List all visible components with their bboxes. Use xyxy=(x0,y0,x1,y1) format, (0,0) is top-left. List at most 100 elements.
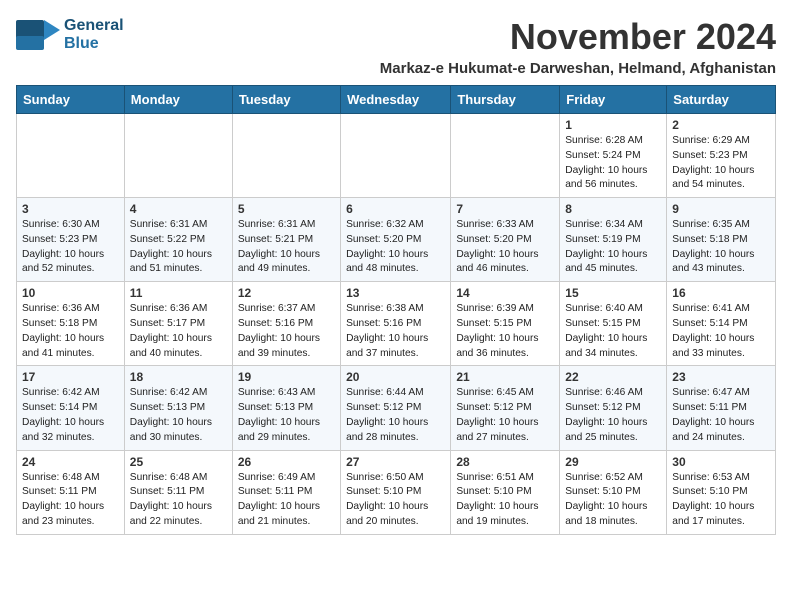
day-info: Sunrise: 6:32 AM Sunset: 5:20 PM Dayligh… xyxy=(346,218,445,277)
calendar-week-row: 10 Sunrise: 6:36 AM Sunset: 5:18 PM Dayli… xyxy=(17,282,776,366)
logo-line2: Blue xyxy=(64,35,124,53)
day-number: 27 xyxy=(346,455,445,469)
calendar-day-cell xyxy=(17,114,125,198)
day-info: Sunrise: 6:36 AM Sunset: 5:17 PM Dayligh… xyxy=(130,302,227,361)
day-number: 7 xyxy=(456,202,554,216)
logo-line1: General xyxy=(64,17,124,35)
day-info: Sunrise: 6:31 AM Sunset: 5:21 PM Dayligh… xyxy=(238,218,335,277)
day-info: Sunrise: 6:40 AM Sunset: 5:15 PM Dayligh… xyxy=(565,302,661,361)
day-info: Sunrise: 6:48 AM Sunset: 5:11 PM Dayligh… xyxy=(130,471,227,530)
calendar-day-cell: 30 Sunrise: 6:53 AM Sunset: 5:10 PM Dayli… xyxy=(667,450,776,534)
day-number: 6 xyxy=(346,202,445,216)
day-info: Sunrise: 6:28 AM Sunset: 5:24 PM Dayligh… xyxy=(565,134,661,193)
calendar-day-cell: 18Sunrise: 6:42 AM Sunset: 5:13 PM Dayli… xyxy=(124,366,232,450)
calendar-day-cell: 5 Sunrise: 6:31 AM Sunset: 5:21 PM Daylig… xyxy=(232,198,340,282)
weekday-header: Friday xyxy=(560,86,667,114)
calendar-day-cell: 22Sunrise: 6:46 AM Sunset: 5:12 PM Dayli… xyxy=(560,366,667,450)
calendar-week-row: 17Sunrise: 6:42 AM Sunset: 5:14 PM Dayli… xyxy=(17,366,776,450)
day-info: Sunrise: 6:41 AM Sunset: 5:14 PM Dayligh… xyxy=(672,302,770,361)
location-subtitle: Markaz-e Hukumat-e Darweshan, Helmand, A… xyxy=(380,60,776,77)
weekday-header: Wednesday xyxy=(341,86,451,114)
month-title: November 2024 xyxy=(380,16,776,58)
title-block: November 2024 Markaz-e Hukumat-e Darwesh… xyxy=(380,16,776,77)
logo: General Blue xyxy=(16,16,124,54)
day-number: 5 xyxy=(238,202,335,216)
day-info: Sunrise: 6:36 AM Sunset: 5:18 PM Dayligh… xyxy=(22,302,119,361)
weekday-header: Sunday xyxy=(17,86,125,114)
day-number: 21 xyxy=(456,370,554,384)
calendar-table: SundayMondayTuesdayWednesdayThursdayFrid… xyxy=(16,85,776,535)
calendar-day-cell xyxy=(451,114,560,198)
calendar-day-cell: 20 Sunrise: 6:44 AM Sunset: 5:12 PM Dayli… xyxy=(341,366,451,450)
calendar-day-cell: 6 Sunrise: 6:32 AM Sunset: 5:20 PM Daylig… xyxy=(341,198,451,282)
calendar-day-cell: 10 Sunrise: 6:36 AM Sunset: 5:18 PM Dayli… xyxy=(17,282,125,366)
day-number: 12 xyxy=(238,286,335,300)
day-number: 4 xyxy=(130,202,227,216)
day-info: Sunrise: 6:43 AM Sunset: 5:13 PM Dayligh… xyxy=(238,386,335,445)
day-info: Sunrise: 6:47 AM Sunset: 5:11 PM Dayligh… xyxy=(672,386,770,445)
page-header: General Blue November 2024 Markaz-e Huku… xyxy=(16,16,776,77)
calendar-day-cell: 17Sunrise: 6:42 AM Sunset: 5:14 PM Dayli… xyxy=(17,366,125,450)
calendar-day-cell: 2 Sunrise: 6:29 AM Sunset: 5:23 PM Daylig… xyxy=(667,114,776,198)
calendar-day-cell: 23 Sunrise: 6:47 AM Sunset: 5:11 PM Dayli… xyxy=(667,366,776,450)
calendar-week-row: 24 Sunrise: 6:48 AM Sunset: 5:11 PM Dayli… xyxy=(17,450,776,534)
calendar-week-row: 3 Sunrise: 6:30 AM Sunset: 5:23 PM Daylig… xyxy=(17,198,776,282)
calendar-day-cell: 24 Sunrise: 6:48 AM Sunset: 5:11 PM Dayli… xyxy=(17,450,125,534)
day-number: 10 xyxy=(22,286,119,300)
day-number: 14 xyxy=(456,286,554,300)
calendar-day-cell: 26Sunrise: 6:49 AM Sunset: 5:11 PM Dayli… xyxy=(232,450,340,534)
day-number: 26 xyxy=(238,455,335,469)
calendar-day-cell: 14 Sunrise: 6:39 AM Sunset: 5:15 PM Dayli… xyxy=(451,282,560,366)
calendar-day-cell: 11 Sunrise: 6:36 AM Sunset: 5:17 PM Dayli… xyxy=(124,282,232,366)
calendar-day-cell: 27 Sunrise: 6:50 AM Sunset: 5:10 PM Dayli… xyxy=(341,450,451,534)
day-info: Sunrise: 6:46 AM Sunset: 5:12 PM Dayligh… xyxy=(565,386,661,445)
day-number: 3 xyxy=(22,202,119,216)
day-number: 20 xyxy=(346,370,445,384)
calendar-day-cell: 12Sunrise: 6:37 AM Sunset: 5:16 PM Dayli… xyxy=(232,282,340,366)
day-info: Sunrise: 6:45 AM Sunset: 5:12 PM Dayligh… xyxy=(456,386,554,445)
day-info: Sunrise: 6:34 AM Sunset: 5:19 PM Dayligh… xyxy=(565,218,661,277)
day-number: 30 xyxy=(672,455,770,469)
day-info: Sunrise: 6:42 AM Sunset: 5:14 PM Dayligh… xyxy=(22,386,119,445)
calendar-day-cell: 9Sunrise: 6:35 AM Sunset: 5:18 PM Daylig… xyxy=(667,198,776,282)
day-info: Sunrise: 6:53 AM Sunset: 5:10 PM Dayligh… xyxy=(672,471,770,530)
calendar-day-cell: 15 Sunrise: 6:40 AM Sunset: 5:15 PM Dayli… xyxy=(560,282,667,366)
day-number: 28 xyxy=(456,455,554,469)
day-number: 11 xyxy=(130,286,227,300)
day-info: Sunrise: 6:48 AM Sunset: 5:11 PM Dayligh… xyxy=(22,471,119,530)
day-number: 15 xyxy=(565,286,661,300)
calendar-day-cell: 8 Sunrise: 6:34 AM Sunset: 5:19 PM Daylig… xyxy=(560,198,667,282)
calendar-week-row: 1 Sunrise: 6:28 AM Sunset: 5:24 PM Daylig… xyxy=(17,114,776,198)
day-number: 13 xyxy=(346,286,445,300)
day-number: 16 xyxy=(672,286,770,300)
day-info: Sunrise: 6:44 AM Sunset: 5:12 PM Dayligh… xyxy=(346,386,445,445)
calendar-day-cell: 1 Sunrise: 6:28 AM Sunset: 5:24 PM Daylig… xyxy=(560,114,667,198)
day-info: Sunrise: 6:38 AM Sunset: 5:16 PM Dayligh… xyxy=(346,302,445,361)
day-number: 29 xyxy=(565,455,661,469)
calendar-header-row: SundayMondayTuesdayWednesdayThursdayFrid… xyxy=(17,86,776,114)
day-info: Sunrise: 6:31 AM Sunset: 5:22 PM Dayligh… xyxy=(130,218,227,277)
day-number: 24 xyxy=(22,455,119,469)
calendar-day-cell: 16 Sunrise: 6:41 AM Sunset: 5:14 PM Dayli… xyxy=(667,282,776,366)
calendar-day-cell xyxy=(341,114,451,198)
calendar-day-cell: 3 Sunrise: 6:30 AM Sunset: 5:23 PM Daylig… xyxy=(17,198,125,282)
day-info: Sunrise: 6:30 AM Sunset: 5:23 PM Dayligh… xyxy=(22,218,119,277)
calendar-day-cell: 19Sunrise: 6:43 AM Sunset: 5:13 PM Dayli… xyxy=(232,366,340,450)
day-number: 23 xyxy=(672,370,770,384)
calendar-day-cell: 28Sunrise: 6:51 AM Sunset: 5:10 PM Dayli… xyxy=(451,450,560,534)
day-number: 25 xyxy=(130,455,227,469)
day-number: 1 xyxy=(565,118,661,132)
calendar-day-cell: 25 Sunrise: 6:48 AM Sunset: 5:11 PM Dayli… xyxy=(124,450,232,534)
calendar-day-cell xyxy=(124,114,232,198)
weekday-header: Monday xyxy=(124,86,232,114)
day-number: 2 xyxy=(672,118,770,132)
day-info: Sunrise: 6:29 AM Sunset: 5:23 PM Dayligh… xyxy=(672,134,770,193)
weekday-header: Tuesday xyxy=(232,86,340,114)
day-number: 8 xyxy=(565,202,661,216)
day-info: Sunrise: 6:50 AM Sunset: 5:10 PM Dayligh… xyxy=(346,471,445,530)
calendar-day-cell: 13 Sunrise: 6:38 AM Sunset: 5:16 PM Dayli… xyxy=(341,282,451,366)
day-info: Sunrise: 6:39 AM Sunset: 5:15 PM Dayligh… xyxy=(456,302,554,361)
calendar-day-cell: 4 Sunrise: 6:31 AM Sunset: 5:22 PM Daylig… xyxy=(124,198,232,282)
calendar-day-cell: 29Sunrise: 6:52 AM Sunset: 5:10 PM Dayli… xyxy=(560,450,667,534)
day-info: Sunrise: 6:33 AM Sunset: 5:20 PM Dayligh… xyxy=(456,218,554,277)
